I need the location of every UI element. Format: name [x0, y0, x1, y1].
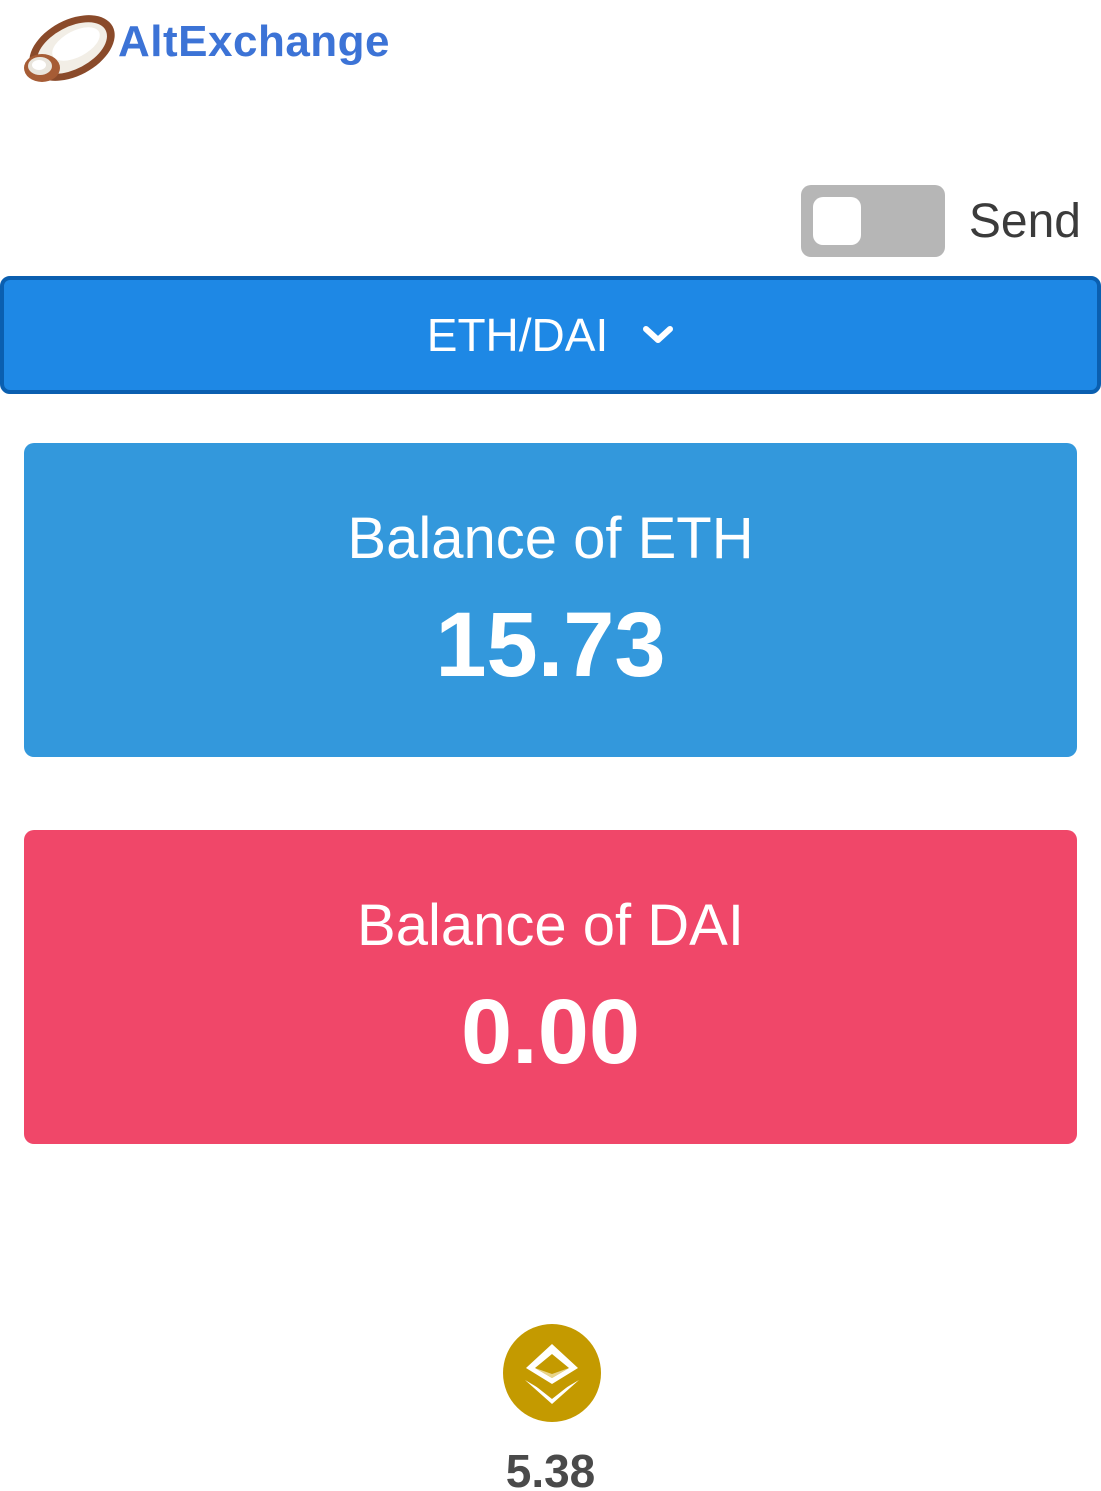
pair-selector[interactable]: ETH/DAI — [0, 276, 1101, 394]
toggle-knob — [812, 197, 861, 245]
dai-balance-card: Balance of DAI 0.00 — [24, 830, 1077, 1144]
pair-selector-value: ETH/DAI — [426, 309, 609, 361]
brand[interactable]: AltExchange — [20, 0, 390, 90]
chevron-down-icon — [643, 326, 674, 343]
eth-balance-card: Balance of ETH 15.73 — [24, 443, 1077, 757]
dai-balance-title: Balance of DAI — [357, 893, 744, 958]
eth-balance-title: Balance of ETH — [347, 506, 754, 571]
page: AltExchange Send ETH/DAI Balance of ETH … — [0, 0, 1101, 1491]
send-label: Send — [968, 194, 1081, 248]
app-name: AltExchange — [118, 17, 391, 66]
send-toggle[interactable] — [800, 185, 945, 257]
gold-token-icon — [503, 1324, 601, 1422]
dai-balance-value: 0.00 — [460, 981, 641, 1083]
send-toggle-row: Send — [800, 184, 1081, 258]
coconut-icon — [24, 15, 115, 82]
eth-balance-value: 15.73 — [435, 594, 666, 696]
token-value: 5.38 — [505, 1445, 596, 1491]
